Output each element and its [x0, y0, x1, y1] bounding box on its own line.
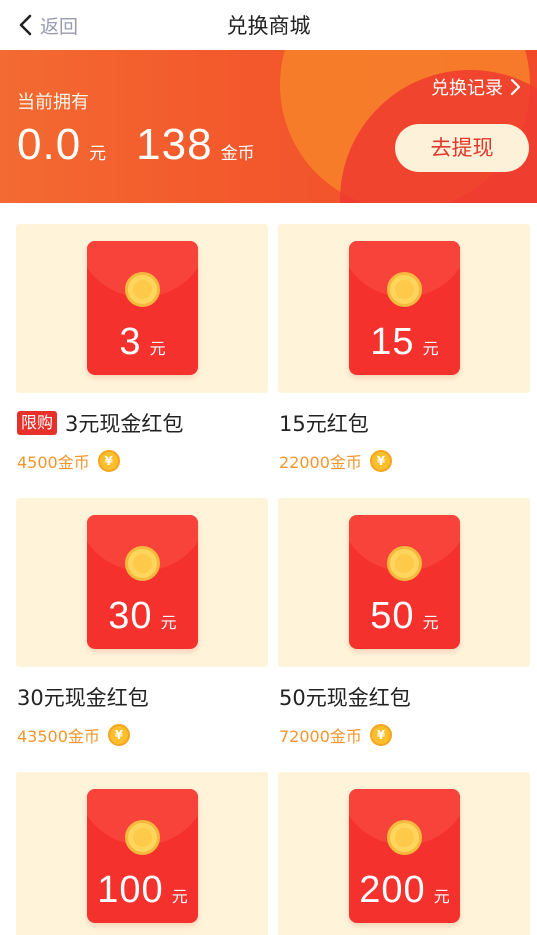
- red-packet-icon: 15 元: [349, 241, 460, 375]
- packet-amount-unit: 元: [171, 887, 188, 906]
- red-packet-icon: 100 元: [87, 789, 198, 923]
- packet-amount-unit: 元: [422, 339, 439, 358]
- packet-amount-unit: 元: [433, 887, 450, 906]
- balance-row: 0.0 元 138 金币: [17, 120, 285, 170]
- product-price: 43500金币 ¥: [17, 723, 130, 747]
- price-value: 43500金币: [17, 727, 100, 746]
- top-nav: 返回 兑换商城: [0, 0, 537, 50]
- packet-amount: 200 元: [349, 869, 460, 912]
- product-price: 4500金币 ¥: [17, 449, 120, 473]
- packet-amount-value: 30: [108, 595, 153, 637]
- red-packet-icon: 200 元: [349, 789, 460, 923]
- price-value: 4500金币: [17, 453, 90, 472]
- withdraw-button[interactable]: 去提现: [395, 124, 529, 172]
- packet-amount-unit: 元: [160, 613, 177, 632]
- gold-coin-icon: [387, 546, 422, 581]
- gold-coin-icon: [125, 820, 160, 855]
- balance-label: 当前拥有: [17, 92, 89, 113]
- packet-amount-value: 3: [119, 321, 142, 363]
- red-packet-icon: 3 元: [87, 241, 198, 375]
- packet-amount: 30 元: [87, 595, 198, 638]
- yen-coin-icon: ¥: [107, 724, 130, 746]
- coin-unit: 金币: [220, 144, 255, 164]
- product-name: 限购 3元现金红包: [17, 408, 183, 438]
- yen-coin-icon: ¥: [369, 724, 392, 746]
- exchange-record-label: 兑换记录: [431, 78, 503, 99]
- product-image: 3 元: [16, 224, 268, 393]
- red-packet-icon: 30 元: [87, 515, 198, 649]
- product-title: 3元现金红包: [65, 412, 184, 436]
- packet-amount: 3 元: [87, 321, 198, 364]
- product-title: 15元红包: [279, 412, 369, 436]
- red-packet-icon: 50 元: [349, 515, 460, 649]
- gold-coin-icon: [387, 820, 422, 855]
- page-title: 兑换商城: [226, 14, 311, 38]
- price-value: 22000金币: [279, 453, 362, 472]
- packet-amount: 100 元: [87, 869, 198, 912]
- cash-balance: 0.0: [17, 120, 82, 169]
- packet-amount-value: 200: [359, 869, 426, 911]
- packet-amount: 50 元: [349, 595, 460, 638]
- product-price: 22000金币 ¥: [279, 449, 392, 473]
- exchange-record-link[interactable]: 兑换记录: [431, 74, 521, 100]
- product-image: 100 元: [16, 772, 268, 935]
- cash-unit: 元: [89, 144, 107, 164]
- packet-amount: 15 元: [349, 321, 460, 364]
- price-value: 72000金币: [279, 727, 362, 746]
- gold-coin-icon: [125, 546, 160, 581]
- product-price: 72000金币 ¥: [279, 723, 392, 747]
- packet-amount-unit: 元: [422, 613, 439, 632]
- product-title: 30元现金红包: [17, 686, 149, 710]
- packet-amount-value: 100: [97, 869, 164, 911]
- product-title: 50元现金红包: [279, 686, 411, 710]
- product-image: 200 元: [278, 772, 530, 935]
- coin-balance: 138: [136, 120, 213, 169]
- balance-banner: 当前拥有 0.0 元 138 金币 兑换记录 去提现: [0, 50, 537, 203]
- product-name: 15元红包: [279, 408, 369, 438]
- packet-amount-value: 50: [370, 595, 415, 637]
- product-name: 30元现金红包: [17, 682, 149, 712]
- packet-amount-unit: 元: [149, 339, 166, 358]
- product-name: 50元现金红包: [279, 682, 411, 712]
- yen-coin-icon: ¥: [97, 450, 120, 472]
- gold-coin-icon: [125, 272, 160, 307]
- product-image: 15 元: [278, 224, 530, 393]
- product-image: 50 元: [278, 498, 530, 667]
- limited-tag: 限购: [17, 411, 58, 435]
- packet-amount-value: 15: [370, 321, 415, 363]
- yen-coin-icon: ¥: [369, 450, 392, 472]
- chevron-right-icon: [510, 78, 521, 96]
- gold-coin-icon: [387, 272, 422, 307]
- product-image: 30 元: [16, 498, 268, 667]
